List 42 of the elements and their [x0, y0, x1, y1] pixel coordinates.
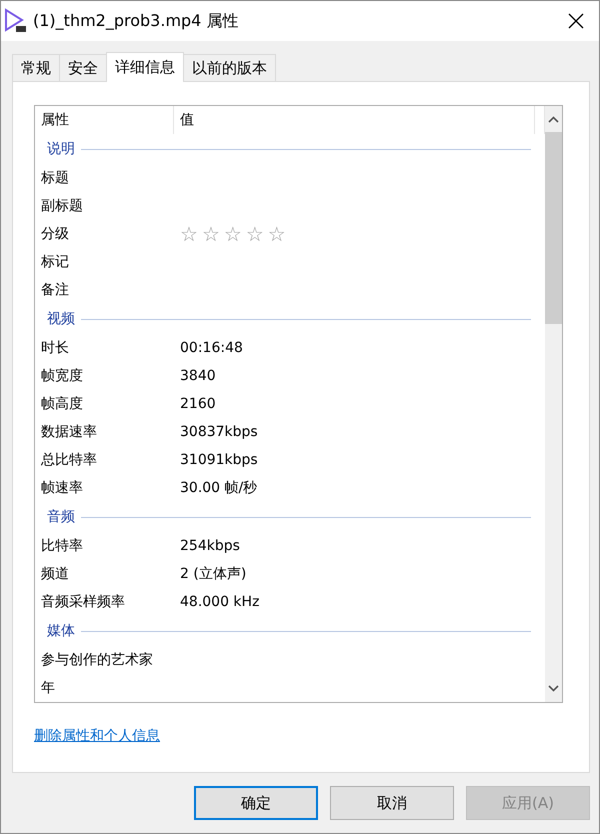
property-value: 3840 [179, 366, 216, 386]
property-name: 总比特率 [40, 450, 98, 470]
group-title: 视频 [47, 310, 75, 328]
property-value: 30837kbps [179, 422, 258, 442]
property-name: 分级 [40, 224, 70, 244]
video-file-icon [3, 8, 27, 34]
window-title: (1)_thm2_prob3.mp4 属性 [33, 10, 240, 32]
property-name: 时长 [40, 338, 70, 358]
property-name: 帧高度 [40, 394, 84, 414]
scrollbar-thumb[interactable] [545, 132, 562, 324]
property-name: 年 [40, 678, 56, 698]
property-value: 31091kbps [179, 450, 258, 470]
property-value: 30.00 帧/秒 [179, 478, 258, 498]
group-title: 说明 [47, 140, 75, 158]
property-value: 2160 [179, 394, 216, 414]
group-title: 媒体 [47, 622, 75, 640]
column-header[interactable]: 属性 [35, 106, 174, 134]
column-header[interactable]: 值 [174, 106, 535, 134]
group-title: 音频 [47, 508, 75, 526]
property-value: 2 (立体声) [179, 564, 246, 584]
property-name: 帧宽度 [40, 366, 84, 386]
tab[interactable]: 以前的版本 [183, 54, 276, 81]
property-name: 比特率 [40, 536, 84, 556]
property-name: 标题 [40, 168, 70, 188]
close-icon [568, 13, 584, 29]
property-value: 254kbps [179, 536, 240, 556]
property-name: 标记 [40, 252, 70, 272]
property-value: 00:16:48 [179, 338, 243, 358]
tab[interactable]: 常规 [12, 54, 60, 81]
property-name: 音频采样频率 [40, 592, 126, 612]
property-value: 48.000 kHz [179, 592, 260, 612]
property-name: 备注 [40, 280, 70, 300]
tab[interactable]: 详细信息 [106, 52, 184, 82]
dialog-button[interactable]: 确定 [194, 786, 318, 820]
property-name: 频道 [40, 564, 70, 584]
property-name: 数据速率 [40, 422, 98, 442]
property-name: 参与创作的艺术家 [40, 650, 154, 670]
property-name: 副标题 [40, 196, 84, 216]
dialog-button[interactable]: 取消 [330, 786, 454, 820]
remove-properties-link[interactable]: 删除属性和个人信息 [34, 726, 160, 747]
property-name: 帧速率 [40, 478, 84, 498]
scrollbar[interactable] [545, 106, 562, 702]
